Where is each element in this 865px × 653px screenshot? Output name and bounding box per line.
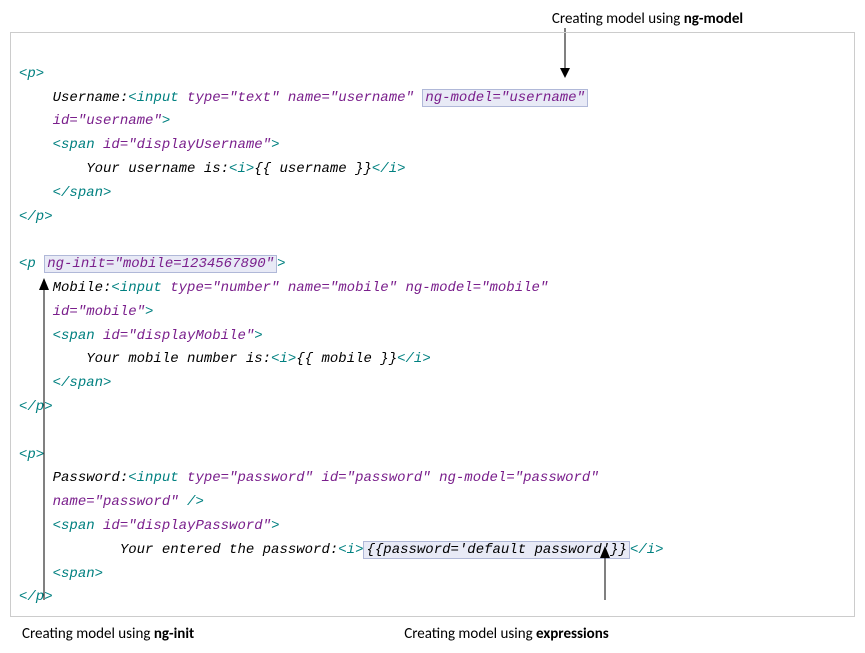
label-username: Username: (53, 90, 129, 106)
text-your-username: Your username is: (86, 161, 229, 177)
tag-span-close: </span> (53, 375, 112, 391)
tag-p-open: <p> (19, 447, 44, 463)
tag-input: <input (128, 90, 178, 106)
attr-name-password: name="password" (53, 494, 179, 510)
attr-id-username: id="username" (53, 113, 162, 129)
tag-i-close: </i> (372, 161, 406, 177)
tag-close: > (271, 137, 279, 153)
tag-i-close: </i> (630, 542, 664, 558)
label-password: Password: (53, 470, 129, 486)
tag-p-close: </p> (19, 209, 53, 225)
tag-p-close: </p> (19, 399, 53, 415)
annotation-bottom-left: Creating model using ng-init (22, 625, 194, 643)
expr-password-highlighted: {{password='default password'}} (363, 541, 629, 559)
expr-username: {{ username }} (254, 161, 372, 177)
annotation-bottom-right: Creating model using expressions (404, 625, 609, 643)
tag-close: > (145, 304, 153, 320)
attr-id-display-mobile: id="displayMobile" (95, 328, 255, 344)
tag-span-close: </span> (53, 185, 112, 201)
tag-close: > (254, 328, 262, 344)
tag-slash-close: /> (179, 494, 204, 510)
tag-input: <input (111, 280, 161, 296)
tag-p-open-sp: <p (19, 256, 44, 272)
attr-type-password: type="password" (179, 470, 313, 486)
attr-id-password: id="password" (313, 470, 431, 486)
annotation-top-bold: ng-model (684, 10, 743, 28)
attr-ngmodel-username-highlighted: ng-model="username" (422, 89, 588, 107)
attr-id-mobile: id="mobile" (53, 304, 145, 320)
tag-span-open: <span (53, 518, 95, 534)
text-your-password: Your entered the password: (120, 542, 338, 558)
attr-ngmodel-mobile: ng-model="mobile" (397, 280, 548, 296)
tag-close: > (271, 518, 279, 534)
tag-span-unclosed: <span> (53, 566, 103, 582)
tag-i-open: <i> (271, 351, 296, 367)
annotation-top: Creating model using ng-model (440, 10, 855, 28)
attr-name-username: name="username" (279, 90, 413, 106)
tag-i-open: <i> (229, 161, 254, 177)
attr-type-number: type="number" (162, 280, 280, 296)
annotation-bottom-left-prefix: Creating model using (22, 625, 154, 643)
attr-name-mobile: name="mobile" (279, 280, 397, 296)
tag-close: > (277, 256, 285, 272)
code-box: <p> Username:<input type="text" name="us… (10, 32, 855, 617)
annotation-bottom-right-prefix: Creating model using (404, 625, 536, 643)
tag-close: > (162, 113, 170, 129)
annotation-bottom-right-bold: expressions (536, 625, 609, 643)
tag-p-open: <p> (19, 66, 44, 82)
tag-i-open: <i> (338, 542, 363, 558)
attr-type-text: type="text" (179, 90, 280, 106)
tag-p-close: </p> (19, 589, 53, 605)
tag-span-open: <span (53, 137, 95, 153)
annotation-bottom-left-bold: ng-init (154, 625, 194, 643)
expr-mobile: {{ mobile }} (296, 351, 397, 367)
text-your-mobile: Your mobile number is: (86, 351, 271, 367)
label-mobile: Mobile: (53, 280, 112, 296)
tag-i-close: </i> (397, 351, 431, 367)
attr-ngmodel-password: ng-model="password" (431, 470, 599, 486)
attr-id-display-password: id="displayPassword" (95, 518, 271, 534)
tag-input: <input (128, 470, 178, 486)
attr-id-display-username: id="displayUsername" (95, 137, 271, 153)
attr-nginit-mobile-highlighted: ng-init="mobile=1234567890" (44, 255, 277, 273)
tag-span-open: <span (53, 328, 95, 344)
annotation-top-prefix: Creating model using (552, 10, 684, 28)
